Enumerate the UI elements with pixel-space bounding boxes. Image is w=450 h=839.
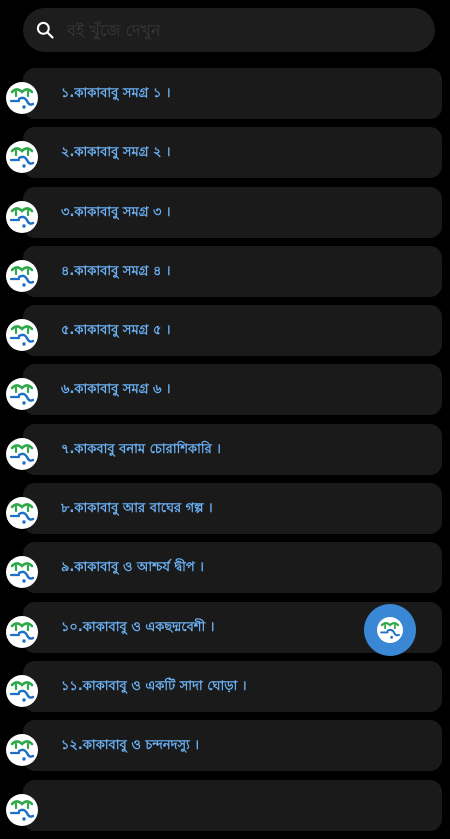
book-title: ৫.কাকাবাবু সমগ্র ৫ ।: [61, 323, 171, 339]
book-title: ১১.কাকাবাবু ও একটি সাদা ঘোড়া ।: [61, 678, 247, 694]
boi-ting-logo: [6, 82, 38, 114]
book-title: ১.কাকাবাবু সমগ্র ১ ।: [61, 86, 171, 101]
boi-ting-logo: [6, 200, 38, 233]
boi-ting-logo-icon: [377, 617, 403, 643]
book-title: ৭.কাকবাবু বনাম চোরাশিকারি ।: [61, 441, 221, 457]
book-title: ৯.কাকাবাবু ও আশ্চর্য দ্বীপ ।: [61, 560, 204, 576]
search-bar[interactable]: [23, 8, 435, 52]
book-card[interactable]: [23, 779, 442, 831]
book-list-item[interactable]: ৩.কাকাবাবু সমগ্র ৩ ।: [0, 186, 450, 246]
boi-ting-logo: [6, 674, 38, 707]
book-list-item[interactable]: ৬.কাকাবাবু সমগ্র ৬ ।: [0, 364, 450, 423]
search-input[interactable]: [65, 19, 435, 41]
book-list-item[interactable]: [0, 779, 450, 839]
book-list-item[interactable]: ৭.কাকবাবু বনাম চোরাশিকারি ।: [0, 423, 450, 483]
book-list-item[interactable]: ৫.কাকাবাবু সমগ্র ৫ ।: [0, 305, 450, 364]
book-title: ৩.কাকাবাবু সমগ্র ৩ ।: [61, 204, 171, 220]
fab-button[interactable]: [364, 604, 416, 656]
book-list-item[interactable]: ১১.কাকাবাবু ও একটি সাদা ঘোড়া ।: [0, 660, 450, 720]
boi-ting-logo: [6, 437, 38, 470]
book-list-item[interactable]: ২.কাকাবাবু সমগ্র ২ ।: [0, 127, 450, 186]
book-list-item[interactable]: ১২.কাকাবাবু ও চন্দনদস্যু ।: [0, 720, 450, 779]
search-icon[interactable]: [35, 20, 55, 40]
boi-ting-logo: [6, 319, 38, 352]
boi-ting-logo: [6, 259, 38, 292]
book-title: ৪.কাকাবাবু সমগ্র ৪ ।: [61, 263, 171, 279]
boi-ting-logo: [6, 793, 38, 826]
book-title: ৬.কাকাবাবু সমগ্র ৬ ।: [61, 382, 171, 398]
book-list-item[interactable]: ১.কাকাবাবু সমগ্র ১ ।: [0, 68, 450, 127]
book-list: ১.কাকাবাবু সমগ্র ১ । ২.কাকাবাবু সমগ্র ২ …: [0, 68, 450, 839]
book-list-item[interactable]: ৯.কাকাবাবু ও আশ্চর্য দ্বীপ ।: [0, 542, 450, 601]
book-list-item[interactable]: ৮.কাকাবাবু আর বাঘের গল্প ।: [0, 483, 450, 542]
book-list-item[interactable]: ৪.কাকাবাবু সমগ্র ৪ ।: [0, 245, 450, 305]
book-title: ১২.কাকাবাবু ও চন্দনদস্যু ।: [61, 738, 199, 754]
book-title: ১০.কাকাবাবু ও একছদ্মবেশী ।: [61, 619, 215, 635]
boi-ting-logo: [6, 497, 38, 530]
book-title: ৮.কাকাবাবু আর বাঘের গল্প ।: [61, 501, 213, 517]
boi-ting-logo: [6, 615, 38, 648]
book-title: ২.কাকাবাবু সমগ্র ২ ।: [61, 145, 171, 161]
